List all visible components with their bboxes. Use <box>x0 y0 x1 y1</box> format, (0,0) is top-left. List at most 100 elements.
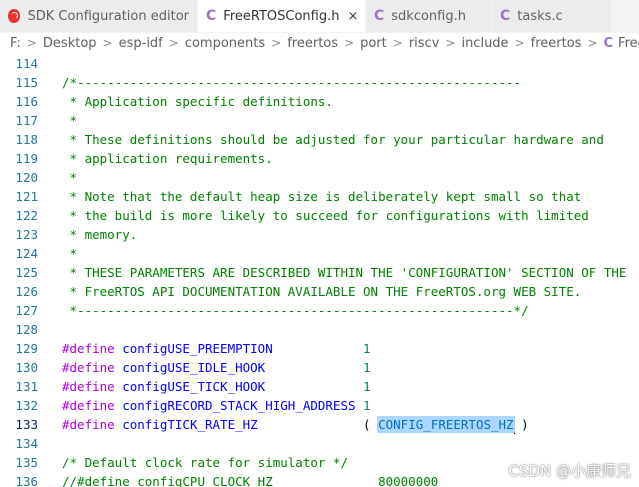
chevron-right-icon: > <box>102 36 113 50</box>
code-text: * Note that the default heap size is del… <box>62 189 582 204</box>
line-number: 133 <box>15 417 38 432</box>
code-text: #define configUSE_PREEMPTION 1 <box>62 339 371 358</box>
line-number: 134 <box>15 436 38 451</box>
tab-label: FreeRTOSConfig.h <box>223 8 340 24</box>
breadcrumb-item[interactable]: include <box>461 36 508 51</box>
esp-idf-icon <box>8 9 20 23</box>
code-line[interactable]: 116 * Application specific definitions. <box>0 92 639 111</box>
chevron-right-icon: > <box>26 36 37 50</box>
code-text: * <box>62 246 78 261</box>
code-line[interactable]: 117 * <box>0 111 639 130</box>
paren-close: ) <box>513 417 529 432</box>
code-line[interactable]: 126 * FreeRTOS API DOCUMENTATION AVAILAB… <box>0 282 639 301</box>
watermark: CSDN @小康师兄 <box>508 462 631 480</box>
chevron-right-icon: > <box>344 36 355 50</box>
code-text: #define configTICK_RATE_HZ ( CONFIG_FREE… <box>62 415 529 434</box>
line-number: 114 <box>15 56 38 71</box>
breadcrumb-item[interactable]: riscv <box>409 36 440 51</box>
code-text: * Application specific definitions. <box>62 94 333 109</box>
line-number: 130 <box>15 360 38 375</box>
chevron-right-icon: > <box>587 36 598 50</box>
code-text: * FreeRTOS API DOCUMENTATION AVAILABLE O… <box>62 284 582 299</box>
c-file-icon: C <box>206 8 217 24</box>
code-line[interactable]: 115 /*-----------------------------------… <box>0 73 639 92</box>
line-number: 125 <box>15 265 38 280</box>
breadcrumb-item[interactable]: Desktop <box>43 36 97 51</box>
preprocessor-directive: #define <box>62 417 115 432</box>
line-number: 127 <box>15 303 38 318</box>
code-text: * application requirements. <box>62 151 273 166</box>
breadcrumb-item[interactable]: freertos <box>531 36 582 51</box>
selected-text[interactable]: CONFIG_FREERTOS_HZ <box>377 416 515 433</box>
line-number: 131 <box>15 379 38 394</box>
code-line[interactable]: 134 <box>0 434 639 453</box>
code-text: /* Default clock rate for simulator */ <box>62 455 348 470</box>
breadcrumb-item[interactable]: F: <box>10 36 21 51</box>
code-line[interactable]: 129 #define configUSE_PREEMPTION 1 <box>0 339 639 358</box>
preprocessor-directive: #define <box>62 379 115 394</box>
code-line[interactable]: 132 #define configRECORD_STACK_HIGH_ADDRE… <box>0 396 639 415</box>
macro-value: 1 <box>363 398 371 413</box>
chevron-right-icon: > <box>445 36 456 50</box>
paren-open: ( <box>363 417 379 432</box>
code-line[interactable]: 131 #define configUSE_TICK_HOOK 1 <box>0 377 639 396</box>
macro-value: 1 <box>363 379 371 394</box>
breadcrumb-file[interactable]: FreeRTOSConfig.h <box>618 36 639 51</box>
code-text: //#define configCPU_CLOCK_HZ 80000000 <box>62 474 439 487</box>
code-text: * the build is more likely to succeed fo… <box>62 208 589 223</box>
line-number: 123 <box>15 227 38 242</box>
code-line[interactable]: 119 * application requirements. <box>0 149 639 168</box>
code-line[interactable]: 120 * <box>0 168 639 187</box>
line-number: 128 <box>15 322 38 337</box>
code-line[interactable]: 127 *-----------------------------------… <box>0 301 639 320</box>
breadcrumb-item[interactable]: esp-idf <box>119 36 163 51</box>
macro-name: configUSE_TICK_HOOK <box>122 379 266 394</box>
breadcrumb: F: > Desktop > esp-idf > components > freertos > p… <box>0 32 639 54</box>
code-text: #define configRECORD_STACK_HIGH_ADDRESS … <box>62 396 371 415</box>
c-file-icon: C <box>603 35 614 51</box>
code-line[interactable]: 133 #define configTICK_RATE_HZ ( CONFIG_F… <box>0 415 639 434</box>
macro-name: configRECORD_STACK_HIGH_ADDRESS <box>122 398 356 413</box>
chevron-right-icon: > <box>168 36 179 50</box>
tab-sdk-configuration-editor[interactable]: SDK Configuration editor <box>0 0 198 32</box>
code-text: * These definitions should be adjusted f… <box>62 132 604 147</box>
close-icon[interactable]: × <box>347 9 358 24</box>
code-text: * THESE PARAMETERS ARE DESCRIBED WITHIN … <box>62 265 627 280</box>
chevron-right-icon: > <box>514 36 525 50</box>
code-line[interactable]: 118 * These definitions should be adjust… <box>0 130 639 149</box>
line-number: 135 <box>15 455 38 470</box>
line-number: 132 <box>15 398 38 413</box>
line-number: 115 <box>15 75 38 90</box>
code-line[interactable]: 121 * Note that the default heap size is… <box>0 187 639 206</box>
line-number: 120 <box>15 170 38 185</box>
tab-tasks-c[interactable]: Ctasks.c <box>492 0 612 32</box>
breadcrumb-item[interactable]: components <box>185 36 265 51</box>
preprocessor-directive: #define <box>62 360 115 375</box>
code-line[interactable]: 122 * the build is more likely to succee… <box>0 206 639 225</box>
tab-sdkconfig-h[interactable]: Csdkconfig.h <box>366 0 492 32</box>
macro-value: 1 <box>363 360 371 375</box>
code-text: * memory. <box>62 227 138 242</box>
line-number: 117 <box>15 113 38 128</box>
chevron-right-icon: > <box>271 36 282 50</box>
breadcrumb-item[interactable]: port <box>360 36 387 51</box>
code-editor[interactable]: 114 115 /*--------------------------------… <box>0 54 639 487</box>
code-line[interactable]: 128 <box>0 320 639 339</box>
code-line[interactable]: 123 * memory. <box>0 225 639 244</box>
line-number: 118 <box>15 132 38 147</box>
code-line[interactable]: 125 * THESE PARAMETERS ARE DESCRIBED WIT… <box>0 263 639 282</box>
code-text: #define configUSE_TICK_HOOK 1 <box>62 377 371 396</box>
code-text: * <box>62 170 78 185</box>
line-number: 122 <box>15 208 38 223</box>
code-line[interactable]: 114 <box>0 54 639 73</box>
code-line[interactable]: 124 * <box>0 244 639 263</box>
tab-freertosconfig-h[interactable]: C FreeRTOSConfig.h × <box>198 0 366 32</box>
line-number: 116 <box>15 94 38 109</box>
line-number: 129 <box>15 341 38 356</box>
line-number: 124 <box>15 246 38 261</box>
code-line[interactable]: 130 #define configUSE_IDLE_HOOK 1 <box>0 358 639 377</box>
breadcrumb-item[interactable]: freertos <box>287 36 338 51</box>
code-text: #define configUSE_IDLE_HOOK 1 <box>62 358 371 377</box>
